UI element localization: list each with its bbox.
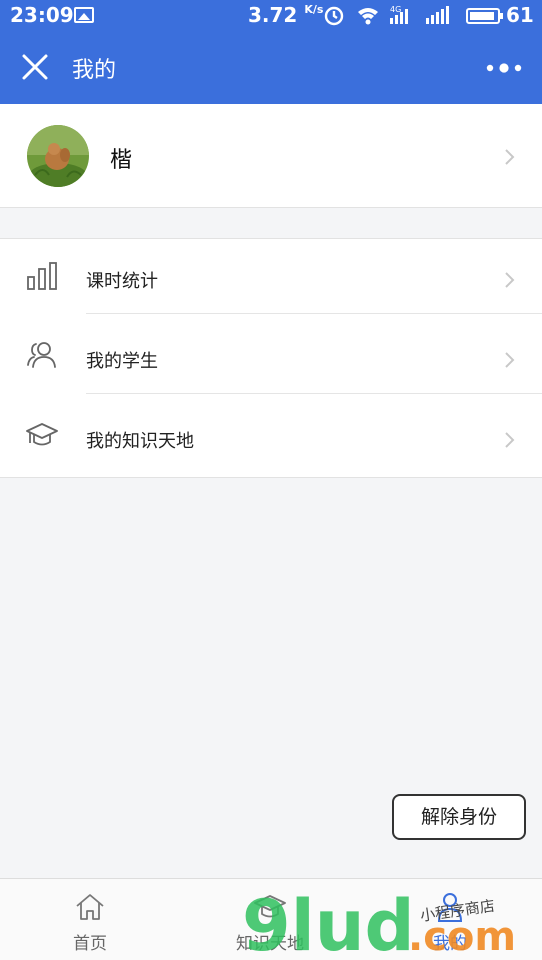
- signal-icon: [426, 6, 449, 24]
- menu-item-label: 我的学生: [86, 351, 158, 372]
- graduation-cap-icon: [254, 895, 286, 918]
- battery-level: 61: [506, 3, 534, 27]
- profile-name: 楷: [110, 148, 133, 173]
- page-title: 我的: [72, 58, 117, 83]
- status-bar: 23:09 3.72 K/s 4G 61: [0, 0, 542, 30]
- chevron-right-icon: [505, 432, 515, 448]
- profile-card[interactable]: 楷: [0, 104, 542, 208]
- chevron-right-icon: [505, 149, 515, 165]
- battery-icon: [466, 8, 503, 24]
- menu-item-label: 课时统计: [86, 271, 158, 292]
- avatar: [27, 125, 89, 187]
- nav-bar: 我的: [0, 30, 542, 104]
- tab-bar: 首页 知识天地 我的: [0, 878, 542, 960]
- status-time: 23:09: [10, 3, 74, 27]
- status-icons: 4G: [324, 5, 449, 26]
- tab-knowledge[interactable]: 知识天地: [210, 879, 330, 960]
- status-net-speed: 3.72 K/s: [248, 3, 324, 27]
- divider: [86, 313, 542, 314]
- divider: [86, 393, 542, 394]
- menu-item-label: 我的知识天地: [86, 431, 194, 452]
- alarm-icon: [324, 6, 344, 26]
- tab-label: 首页: [73, 934, 107, 954]
- chevron-right-icon: [505, 272, 515, 288]
- bar-chart-icon: [27, 262, 57, 290]
- unbind-identity-button[interactable]: 解除身份: [392, 794, 526, 840]
- tab-label: 知识天地: [236, 934, 304, 954]
- signal-4g-icon: 4G: [390, 5, 408, 24]
- tab-label: 我的: [433, 934, 467, 954]
- graduation-cap-icon: [26, 423, 58, 446]
- tab-home[interactable]: 首页: [30, 879, 150, 960]
- menu-item-lesson-stats[interactable]: 课时统计: [0, 239, 542, 319]
- menu-list: 课时统计 我的学生 我的知识天地: [0, 238, 542, 478]
- wifi-icon: [358, 8, 378, 25]
- user-icon: [437, 893, 463, 922]
- chevron-right-icon: [505, 352, 515, 368]
- status-net-unit: K/s: [304, 3, 324, 16]
- home-icon: [76, 894, 104, 920]
- more-dots-icon[interactable]: [482, 54, 526, 82]
- svg-text:4G: 4G: [390, 5, 401, 14]
- menu-item-knowledge[interactable]: 我的知识天地: [0, 399, 542, 479]
- image-notification-icon: [74, 7, 94, 23]
- users-icon: [27, 342, 56, 368]
- close-icon[interactable]: [18, 50, 52, 84]
- menu-item-my-students[interactable]: 我的学生: [0, 319, 542, 399]
- tab-mine[interactable]: 我的: [390, 879, 510, 960]
